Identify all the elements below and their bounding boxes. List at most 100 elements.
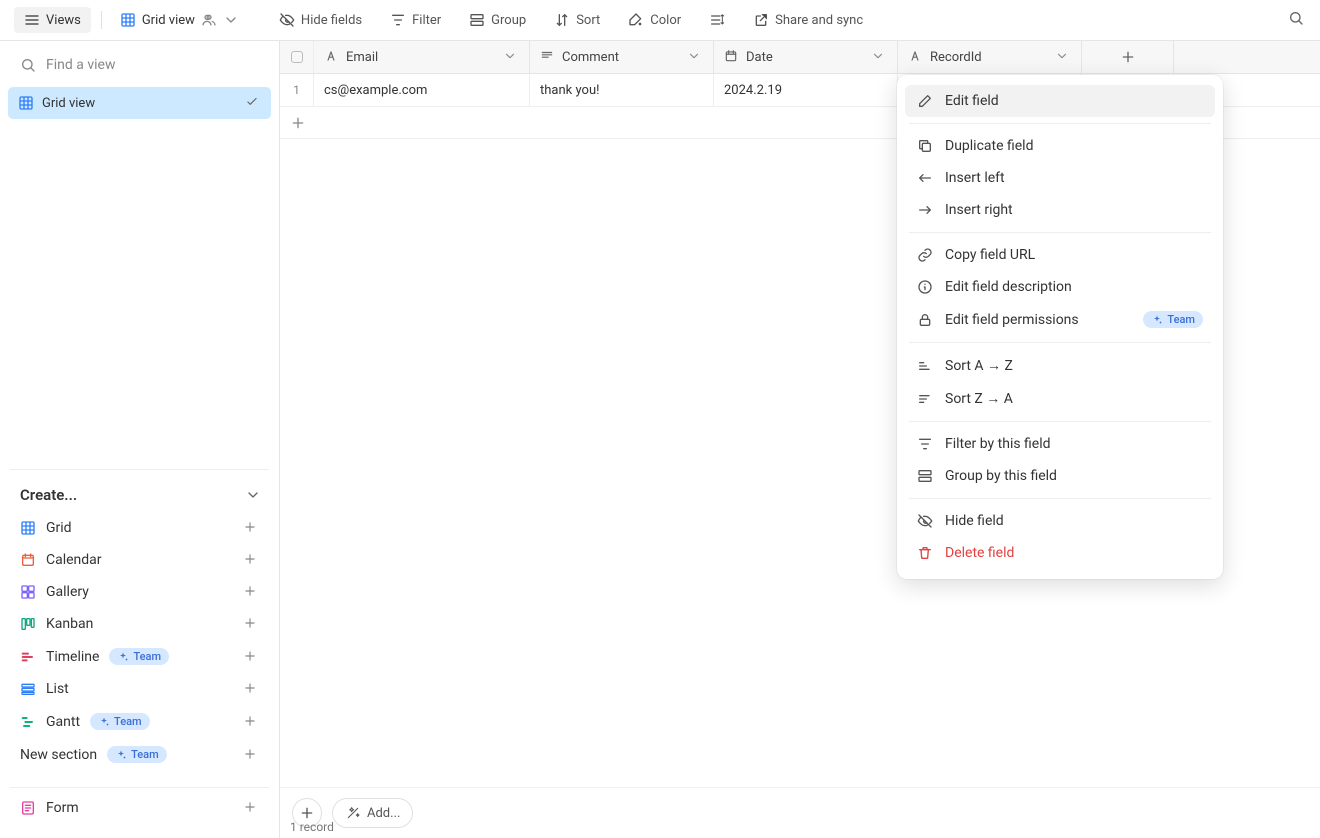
calendar-icon <box>20 552 36 568</box>
search-icon <box>1288 9 1304 25</box>
find-view-placeholder: Find a view <box>46 57 115 73</box>
chevron-down-icon[interactable] <box>871 49 887 65</box>
ctx-sort-az[interactable]: Sort A → Z <box>905 349 1215 382</box>
ctx-edit-field[interactable]: Edit field <box>905 85 1215 117</box>
select-all-checkbox[interactable] <box>280 41 314 73</box>
ctx-edit-permissions[interactable]: Edit field permissions Team <box>905 303 1215 336</box>
plus-icon <box>243 681 259 697</box>
ctx-copy-url[interactable]: Copy field URL <box>905 239 1215 271</box>
create-section-toggle[interactable]: Create... <box>0 476 279 512</box>
team-badge: Team <box>90 713 150 730</box>
group-button[interactable]: Group <box>461 7 534 33</box>
gallery-icon <box>20 584 36 600</box>
create-view-list: Grid Calendar Gallery Kanban <box>0 512 279 779</box>
create-item-label: Gantt <box>46 714 80 730</box>
views-button[interactable]: Views <box>14 7 91 33</box>
create-view-grid[interactable]: Grid <box>12 512 267 544</box>
current-view-button[interactable]: Grid view <box>112 7 247 33</box>
create-view-gantt[interactable]: Gantt Team <box>12 705 267 738</box>
text-icon <box>324 49 340 65</box>
column-header-email[interactable]: Email <box>314 41 530 73</box>
share-button[interactable]: Share and sync <box>745 7 871 33</box>
ctx-duplicate-field[interactable]: Duplicate field <box>905 130 1215 162</box>
ctx-sort-za[interactable]: Sort Z → A <box>905 382 1215 415</box>
column-header-date[interactable]: Date <box>714 41 898 73</box>
timeline-icon <box>20 649 36 665</box>
share-icon <box>753 12 769 28</box>
column-header-comment[interactable]: Comment <box>530 41 714 73</box>
kanban-icon <box>20 616 36 632</box>
plus-icon <box>243 552 259 568</box>
create-view-list[interactable]: List <box>12 673 267 705</box>
cell-date[interactable]: 2024.2.19 <box>714 74 898 106</box>
gantt-icon <box>20 714 36 730</box>
sort-za-icon <box>917 391 933 407</box>
group-icon <box>917 468 933 484</box>
plus-icon <box>1120 49 1136 65</box>
create-item-label: Kanban <box>46 616 93 632</box>
ctx-filter-by[interactable]: Filter by this field <box>905 428 1215 460</box>
search-button[interactable] <box>1282 3 1310 37</box>
row-number: 1 <box>280 74 314 106</box>
filter-button[interactable]: Filter <box>382 7 449 33</box>
find-view-input[interactable]: Find a view <box>0 49 279 81</box>
plus-icon <box>243 800 259 816</box>
search-icon <box>20 57 36 73</box>
text-icon <box>908 49 924 65</box>
create-view-calendar[interactable]: Calendar <box>12 544 267 576</box>
color-label: Color <box>650 13 681 28</box>
ctx-delete-field[interactable]: Delete field <box>905 537 1215 569</box>
hide-icon <box>917 513 933 529</box>
rowheight-button[interactable] <box>701 7 733 33</box>
ctx-hide-field[interactable]: Hide field <box>905 505 1215 537</box>
chevron-down-icon <box>245 487 261 503</box>
add-column-button[interactable] <box>1082 41 1174 73</box>
column-label: RecordId <box>930 50 982 65</box>
column-label: Email <box>346 50 378 65</box>
wand-icon <box>345 805 361 821</box>
view-item-grid-view[interactable]: Grid view <box>8 87 271 119</box>
sort-button[interactable]: Sort <box>546 7 608 33</box>
current-view-label: Grid view <box>142 13 195 28</box>
longtext-icon <box>540 49 556 65</box>
arrow-left-icon <box>917 170 933 186</box>
grid-icon <box>120 12 136 28</box>
create-item-label: List <box>46 681 69 697</box>
color-icon <box>628 12 644 28</box>
chevron-down-icon[interactable] <box>503 49 519 65</box>
create-item-label: Grid <box>46 520 72 536</box>
plus-icon <box>299 805 315 821</box>
ctx-group-by[interactable]: Group by this field <box>905 460 1215 492</box>
checkbox-icon <box>291 51 303 63</box>
grid-header: Email Comment Date RecordId <box>280 41 1320 74</box>
filter-label: Filter <box>412 13 441 28</box>
cell-email[interactable]: cs@example.com <box>314 74 530 106</box>
create-new-section[interactable]: New section Team <box>12 738 267 771</box>
hide-fields-button[interactable]: Hide fields <box>271 7 370 33</box>
team-badge: Team <box>109 648 169 665</box>
plus-icon <box>243 520 259 536</box>
create-view-timeline[interactable]: Timeline Team <box>12 640 267 673</box>
chevron-down-icon[interactable] <box>687 49 703 65</box>
create-header-label: Create... <box>20 486 77 504</box>
check-icon <box>245 95 261 111</box>
column-header-recordid[interactable]: RecordId <box>898 41 1082 73</box>
create-view-form[interactable]: Form <box>12 792 267 824</box>
color-button[interactable]: Color <box>620 7 689 33</box>
create-view-gallery[interactable]: Gallery <box>12 576 267 608</box>
chevron-down-icon[interactable] <box>1055 49 1071 65</box>
create-item-label: Calendar <box>46 552 102 568</box>
plus-icon <box>243 616 259 632</box>
grid-icon <box>20 520 36 536</box>
create-view-kanban[interactable]: Kanban <box>12 608 267 640</box>
sort-label: Sort <box>576 13 600 28</box>
ctx-insert-left[interactable]: Insert left <box>905 162 1215 194</box>
grid-icon <box>18 95 34 111</box>
rowheight-icon <box>709 12 725 28</box>
ctx-edit-description[interactable]: Edit field description <box>905 271 1215 303</box>
ctx-insert-right[interactable]: Insert right <box>905 194 1215 226</box>
cell-comment[interactable]: thank you! <box>530 74 714 106</box>
add-menu-button[interactable]: Add... <box>332 798 413 828</box>
hide-icon <box>279 12 295 28</box>
group-icon <box>469 12 485 28</box>
